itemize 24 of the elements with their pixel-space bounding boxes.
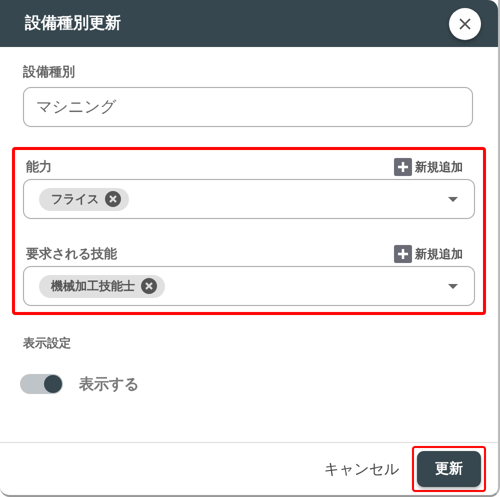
- field-label: 能力: [26, 159, 52, 176]
- caret-icon: [448, 197, 458, 202]
- caret-icon: [448, 284, 458, 289]
- update-button[interactable]: 更新: [417, 451, 481, 487]
- chip: 機械加工技能士: [39, 274, 165, 298]
- plus-icon: [394, 245, 412, 263]
- close-icon: [459, 18, 471, 30]
- close-button[interactable]: [449, 8, 481, 40]
- dialog-title: 設備種別更新: [25, 13, 121, 34]
- section-label: 表示設定: [23, 335, 72, 352]
- chip: フライス: [39, 188, 129, 210]
- remove-icon[interactable]: [141, 278, 157, 294]
- plus-icon: [394, 158, 412, 176]
- toggle-switch[interactable]: [20, 374, 63, 394]
- remove-icon[interactable]: [105, 191, 121, 207]
- field-label: 設備種別: [23, 64, 76, 81]
- field-label: 要求される技能: [26, 246, 117, 263]
- cancel-button[interactable]: キャンセル: [322, 454, 401, 484]
- select-field[interactable]: フライス: [23, 179, 475, 219]
- input-field[interactable]: マシニング: [23, 87, 473, 127]
- toggle-label: 表示する: [79, 374, 139, 394]
- add-link[interactable]: 新規追加: [394, 245, 463, 263]
- add-link[interactable]: 新規追加: [394, 158, 463, 176]
- select-field[interactable]: 機械加工技能士: [23, 266, 475, 306]
